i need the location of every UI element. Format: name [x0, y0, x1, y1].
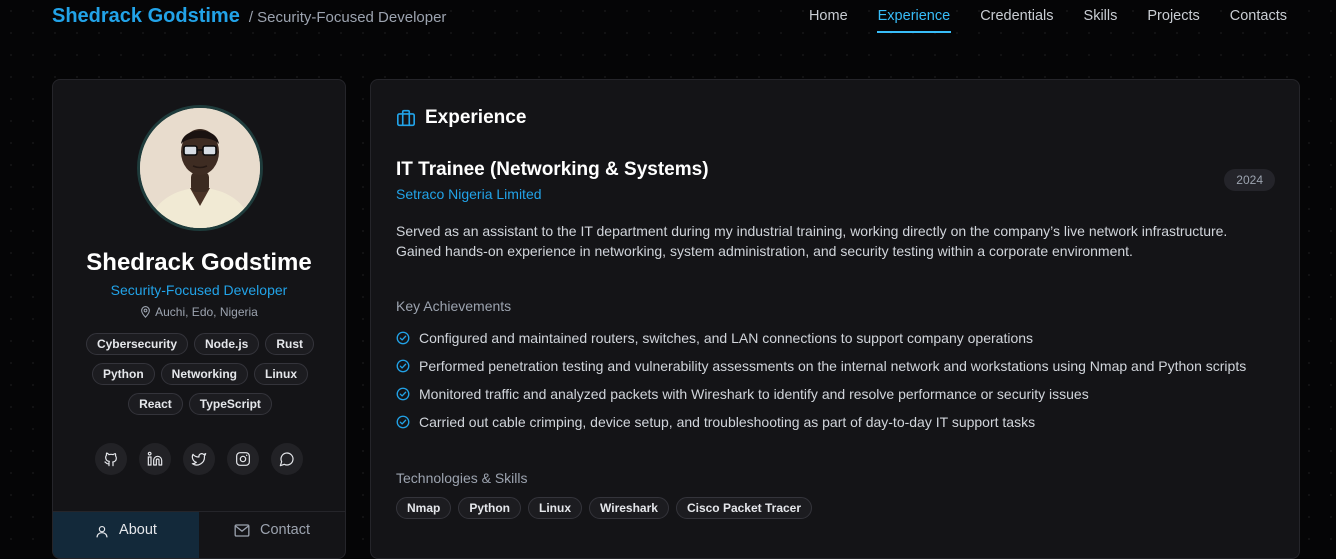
section-title: Experience — [425, 107, 527, 128]
instagram-icon — [236, 452, 250, 466]
nav-experience[interactable]: Experience — [876, 8, 952, 33]
experience-card: Experience IT Trainee (Networking & Syst… — [370, 79, 1300, 559]
tech-python: Python — [458, 497, 522, 519]
profile-name: Shedrack Godstime — [86, 249, 312, 276]
tag-typescript: TypeScript — [188, 393, 272, 415]
twitter-link[interactable] — [183, 443, 215, 475]
achievement-text: Performed penetration testing and vulner… — [419, 358, 1247, 374]
profile-tabs: About Contact — [53, 511, 345, 558]
github-icon — [104, 452, 117, 467]
tag-nodejs: Node.js — [194, 333, 260, 355]
achievement-text: Carried out cable crimping, device setup… — [419, 414, 1036, 430]
linkedin-icon — [147, 451, 163, 466]
achievements-list: Configured and maintained routers, switc… — [396, 328, 1276, 440]
achievement-item: Configured and maintained routers, switc… — [396, 328, 1276, 348]
github-link[interactable] — [95, 443, 127, 475]
achievement-item: Monitored traffic and analyzed packets w… — [396, 384, 1276, 404]
check-circle-icon — [396, 331, 410, 345]
location-text: Auchi, Edo, Nigeria — [155, 305, 258, 319]
briefcase-icon — [397, 109, 415, 127]
twitter-icon — [191, 453, 207, 466]
achievement-item: Carried out cable crimping, device setup… — [396, 412, 1276, 432]
nav-contacts[interactable]: Contacts — [1229, 8, 1288, 33]
social-links — [53, 443, 345, 475]
nav-projects[interactable]: Projects — [1146, 8, 1200, 33]
check-circle-icon — [396, 387, 410, 401]
avatar — [137, 105, 263, 231]
tag-python: Python — [91, 363, 155, 385]
profile-tags: Cybersecurity Node.js Rust Python Networ… — [73, 333, 327, 423]
achievement-text: Monitored traffic and analyzed packets w… — [419, 386, 1089, 402]
nav-skills[interactable]: Skills — [1083, 8, 1119, 33]
profile-card: Shedrack Godstime Security-Focused Devel… — [52, 79, 346, 559]
tech-linux: Linux — [528, 497, 583, 519]
profile-role: Security-Focused Developer — [110, 282, 288, 298]
tag-networking: Networking — [160, 363, 248, 385]
section-header: Experience — [396, 107, 526, 129]
brand[interactable]: Shedrack Godstime / Security-Focused Dev… — [52, 5, 446, 28]
map-pin-icon — [141, 306, 151, 318]
brand-role: / Security-Focused Developer — [248, 9, 447, 26]
whatsapp-icon — [279, 452, 294, 467]
linkedin-link[interactable] — [139, 443, 171, 475]
tab-contact-label: Contact — [260, 522, 310, 538]
check-circle-icon — [396, 359, 410, 373]
tech-nmap: Nmap — [396, 497, 452, 519]
tab-about-label: About — [119, 522, 157, 538]
main-nav: Home Experience Credentials Skills Proje… — [780, 8, 1288, 33]
avatar-photo — [140, 108, 260, 228]
tag-linux: Linux — [254, 363, 308, 385]
tag-rust: Rust — [265, 333, 315, 355]
check-circle-icon — [396, 415, 410, 429]
mail-icon — [234, 524, 250, 537]
job-title: IT Trainee (Networking & Systems) — [396, 159, 709, 180]
technologies-list: Nmap Python Linux Wireshark Cisco Packet… — [396, 497, 819, 519]
nav-credentials[interactable]: Credentials — [979, 8, 1054, 33]
tab-contact[interactable]: Contact — [199, 512, 345, 558]
achievement-item: Performed penetration testing and vulner… — [396, 356, 1276, 376]
tag-react: React — [128, 393, 183, 415]
profile-location: Auchi, Edo, Nigeria — [53, 305, 345, 319]
whatsapp-link[interactable] — [271, 443, 303, 475]
nav-home[interactable]: Home — [808, 8, 849, 33]
achievements-heading: Key Achievements — [396, 298, 512, 314]
tech-cisco-packet-tracer: Cisco Packet Tracer — [675, 497, 813, 519]
company-name: Setraco Nigeria Limited — [396, 186, 542, 202]
top-navbar: Shedrack Godstime / Security-Focused Dev… — [0, 0, 1336, 36]
brand-name[interactable]: Shedrack Godstime — [52, 5, 240, 28]
instagram-link[interactable] — [227, 443, 259, 475]
tab-about[interactable]: About — [53, 512, 199, 558]
year-badge: 2024 — [1224, 169, 1275, 191]
user-icon — [96, 525, 108, 538]
tag-cybersecurity: Cybersecurity — [85, 333, 189, 355]
technologies-heading: Technologies & Skills — [396, 470, 528, 486]
achievement-text: Configured and maintained routers, switc… — [419, 330, 1034, 346]
job-description: Served as an assistant to the IT departm… — [396, 223, 1228, 259]
tech-wireshark: Wireshark — [589, 497, 669, 519]
